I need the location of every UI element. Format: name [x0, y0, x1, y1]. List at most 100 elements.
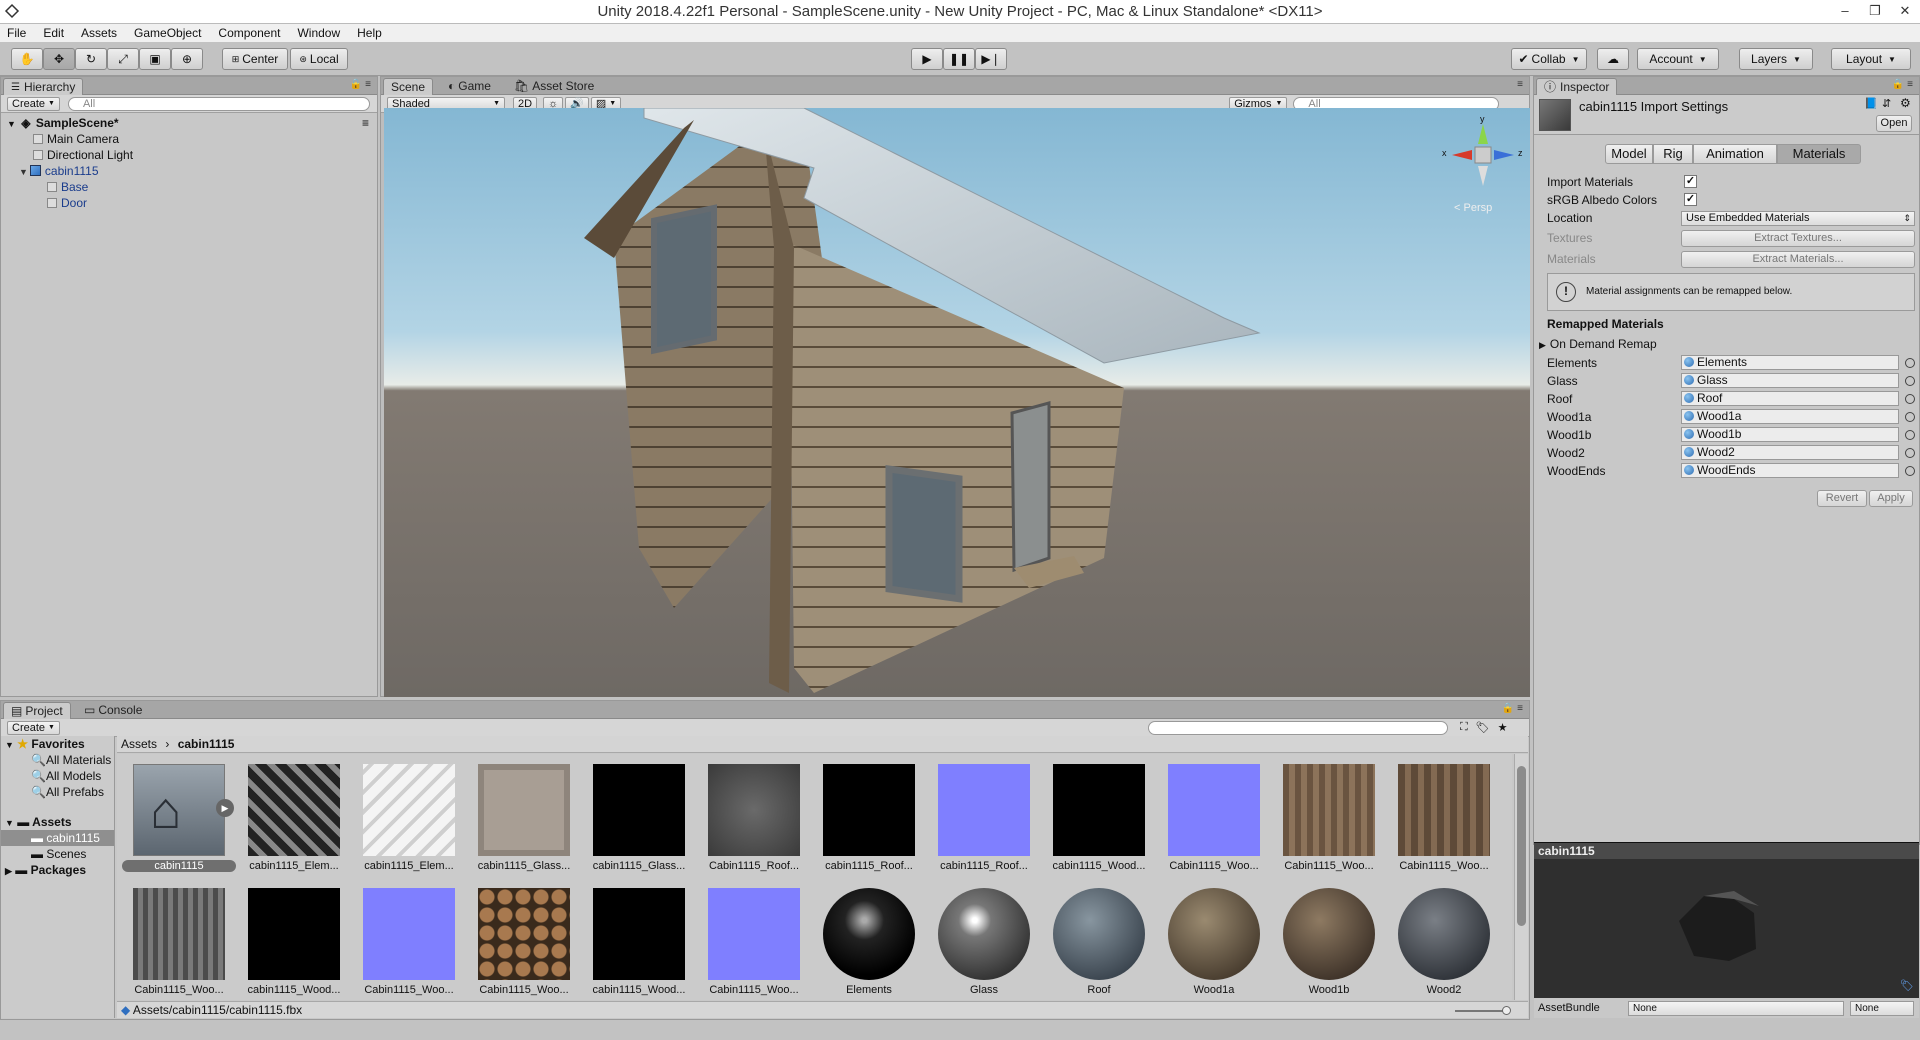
assetbundle-dropdown[interactable]: None	[1628, 1001, 1844, 1016]
menu-file[interactable]: File	[4, 26, 29, 40]
tab-materials[interactable]: Materials	[1777, 144, 1861, 164]
asset-thumbnail[interactable]	[248, 888, 340, 980]
asset-thumbnail[interactable]	[1168, 764, 1260, 856]
hierarchy-item[interactable]: Base	[47, 179, 88, 195]
asset-thumbnail[interactable]	[1398, 764, 1490, 856]
remap-field[interactable]: Wood1b	[1681, 427, 1899, 442]
asset-thumbnail[interactable]	[593, 764, 685, 856]
expand-play-icon[interactable]: ▶	[216, 799, 234, 817]
asset-thumbnail[interactable]	[363, 764, 455, 856]
pivot-local-button[interactable]: ⊛ Local	[290, 48, 348, 70]
object-picker-icon[interactable]	[1905, 466, 1915, 476]
tab-animation[interactable]: Animation	[1693, 144, 1777, 164]
object-picker-icon[interactable]	[1905, 448, 1915, 458]
cloud-button[interactable]: ☁	[1597, 48, 1629, 70]
favorite-item[interactable]: 🔍All Materials	[31, 752, 111, 768]
material-thumbnail[interactable]	[1053, 888, 1145, 980]
scene-root-row[interactable]: ▼ ◈ SampleScene* ≡	[7, 115, 373, 131]
favorites-foldout[interactable]: ▼ ★ Favorites	[5, 736, 85, 752]
object-picker-icon[interactable]	[1905, 376, 1915, 386]
asset-thumbnail[interactable]: ⌂ ▶	[133, 764, 234, 856]
tab-scene[interactable]: Scene	[383, 78, 434, 95]
tab-rig[interactable]: Rig	[1653, 144, 1693, 164]
asset-thumbnail[interactable]	[593, 888, 685, 980]
transform-tool-button[interactable]: ⊕	[171, 48, 203, 70]
layers-dropdown[interactable]: Layers ▼	[1739, 48, 1813, 70]
hierarchy-item[interactable]: Directional Light	[33, 147, 133, 163]
apply-button[interactable]: Apply	[1869, 490, 1913, 507]
material-thumbnail[interactable]	[938, 888, 1030, 980]
material-thumbnail[interactable]	[823, 888, 915, 980]
remap-field[interactable]: Wood2	[1681, 445, 1899, 460]
tab-asset-store[interactable]: 🛍 Asset Store	[507, 78, 601, 95]
preview-model[interactable]	[1534, 861, 1919, 991]
close-button[interactable]: ✕	[1890, 0, 1920, 24]
asset-thumbnail[interactable]	[478, 888, 570, 980]
menu-edit[interactable]: Edit	[40, 26, 67, 40]
scale-tool-button[interactable]: ⤢	[107, 48, 139, 70]
tab-model[interactable]: Model	[1605, 144, 1653, 164]
projection-toggle[interactable]: < Persp	[1454, 202, 1492, 214]
pause-button[interactable]: ❚❚	[943, 48, 975, 70]
object-picker-icon[interactable]	[1905, 412, 1915, 422]
remap-field[interactable]: Wood1a	[1681, 409, 1899, 424]
object-picker-icon[interactable]	[1905, 358, 1915, 368]
asset-thumbnail[interactable]	[1053, 764, 1145, 856]
tab-inspector[interactable]: ⓘ Inspector	[1536, 78, 1618, 95]
account-dropdown[interactable]: Account ▼	[1637, 48, 1719, 70]
lock-icon[interactable]: 🔒 ≡	[1892, 79, 1913, 90]
minimize-button[interactable]: –	[1830, 0, 1860, 24]
lock-icon[interactable]: 🔒 ≡	[350, 79, 371, 90]
tab-project[interactable]: ▤ Project	[3, 702, 71, 719]
scrollbar-thumb[interactable]	[1517, 766, 1526, 926]
material-thumbnail[interactable]	[1168, 888, 1260, 980]
filter-label-icon[interactable]: 🏷	[1476, 721, 1490, 734]
location-dropdown[interactable]: Use Embedded Materials ⇕	[1681, 211, 1915, 226]
asset-thumbnail[interactable]	[1283, 764, 1375, 856]
on-demand-remap-foldout[interactable]: ▶ On Demand Remap	[1539, 336, 1657, 352]
object-picker-icon[interactable]	[1905, 430, 1915, 440]
tab-game[interactable]: ◐ Game	[441, 78, 498, 95]
extract-textures-button[interactable]: Extract Textures...	[1681, 230, 1915, 247]
maximize-button[interactable]: ❐	[1860, 0, 1890, 24]
hierarchy-item[interactable]: ▼ cabin1115	[19, 163, 99, 179]
menu-component[interactable]: Component	[215, 26, 283, 40]
help-icon[interactable]: 📘	[1864, 97, 1878, 110]
move-tool-button[interactable]: ✥	[43, 48, 75, 70]
hand-tool-button[interactable]: ✋	[11, 48, 43, 70]
thumbnail-size-slider[interactable]	[1455, 1006, 1511, 1015]
menu-assets[interactable]: Assets	[78, 26, 120, 40]
asset-thumbnail[interactable]	[133, 888, 225, 980]
scene-viewport[interactable]: y x z < Persp	[384, 108, 1530, 697]
material-thumbnail[interactable]	[1398, 888, 1490, 980]
favorite-star-icon[interactable]: ★	[1498, 721, 1508, 734]
pivot-center-button[interactable]: ⊞ Center	[222, 48, 288, 70]
slider-handle[interactable]	[1502, 1006, 1511, 1015]
asset-thumbnail[interactable]	[708, 888, 800, 980]
favorite-item[interactable]: 🔍All Models	[31, 768, 101, 784]
collab-dropdown[interactable]: ✔ Collab ▼	[1511, 48, 1587, 70]
menu-gameobject[interactable]: GameObject	[131, 26, 204, 40]
scene-menu-icon[interactable]: ≡	[362, 115, 369, 131]
asset-thumbnail[interactable]	[363, 888, 455, 980]
revert-button[interactable]: Revert	[1817, 490, 1867, 507]
hierarchy-item[interactable]: Door	[47, 195, 87, 211]
breadcrumb-item-current[interactable]: cabin1115	[178, 737, 235, 751]
packages-foldout[interactable]: ▶ ▬ Packages	[5, 862, 86, 878]
assetbundle-variant-dropdown[interactable]: None	[1850, 1001, 1914, 1016]
scene-orientation-gizmo[interactable]: y x z	[1442, 114, 1523, 190]
step-button[interactable]: ▶❘	[975, 48, 1007, 70]
remap-field[interactable]: Roof	[1681, 391, 1899, 406]
tab-hierarchy[interactable]: ☰ Hierarchy	[3, 78, 84, 95]
favorite-item[interactable]: 🔍All Prefabs	[31, 784, 104, 800]
material-thumbnail[interactable]	[1283, 888, 1375, 980]
lock-icon[interactable]: 🔒 ≡	[1502, 703, 1523, 714]
asset-thumbnail[interactable]	[478, 764, 570, 856]
asset-thumbnail[interactable]	[248, 764, 340, 856]
hierarchy-create-dropdown[interactable]: Create ▼	[7, 96, 60, 111]
asset-thumbnail[interactable]	[938, 764, 1030, 856]
remap-field[interactable]: WoodEnds	[1681, 463, 1899, 478]
remap-field[interactable]: Elements	[1681, 355, 1899, 370]
rotate-tool-button[interactable]: ↻	[75, 48, 107, 70]
object-picker-icon[interactable]	[1905, 394, 1915, 404]
